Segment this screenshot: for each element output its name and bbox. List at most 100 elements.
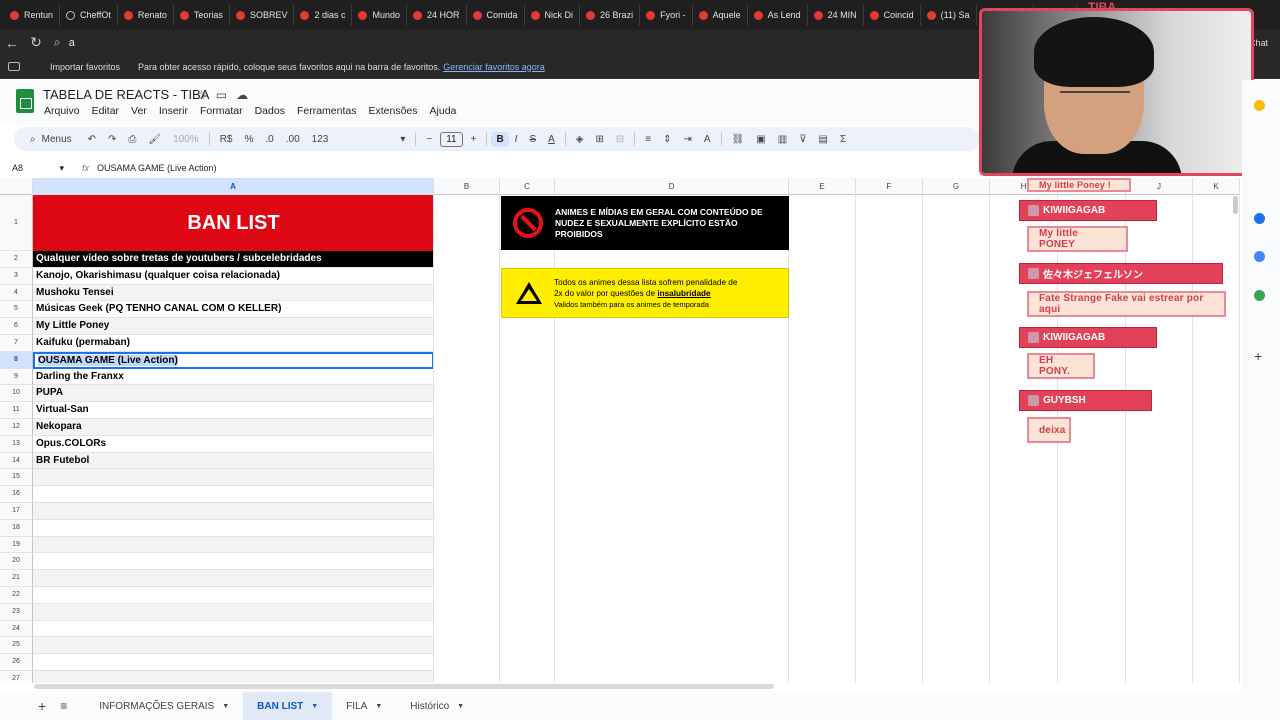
document-title[interactable]: TABELA DE REACTS - TIBA [43,87,209,102]
menu-item[interactable]: Dados [255,105,285,117]
empty-cell[interactable] [33,670,434,683]
redo-icon[interactable]: ↷ [102,134,122,145]
percent-format-button[interactable]: % [238,134,259,145]
back-arrow-icon[interactable]: ← [0,35,24,51]
strikethrough-button[interactable]: S [523,134,542,145]
import-bookmarks-button[interactable]: Importar favoritos [50,62,120,72]
browser-tab[interactable]: (11) Sa [921,4,977,26]
number-format-button[interactable]: 123 [306,134,335,145]
insert-comment-icon[interactable]: ▣ [750,134,771,145]
browser-tab[interactable]: Nick Di [525,4,581,26]
ban-list-item[interactable]: Mushoku Tensei [33,284,434,302]
decrease-decimal-button[interactable]: .0 [259,134,279,145]
menu-item[interactable]: Extensões [368,105,417,117]
contacts-icon[interactable] [1254,251,1265,262]
row-header[interactable]: 22 [0,586,33,604]
browser-tab[interactable]: 2 dias c [294,4,353,26]
empty-cell[interactable] [33,637,434,655]
column-header-j[interactable]: J [1126,178,1193,195]
browser-tab[interactable]: Mundo [352,4,408,26]
font-dropdown-icon[interactable]: ▾ [394,134,411,145]
column-header-d[interactable]: D [555,178,789,195]
ban-list-item[interactable]: My Little Poney [33,318,434,335]
ban-list-item[interactable]: PUPA [33,385,434,403]
tasks-icon[interactable] [1254,213,1265,224]
browser-tab[interactable]: SOBREV [230,4,295,26]
filter-views-icon[interactable]: ▤ [813,134,834,145]
row-header[interactable]: 23 [0,603,33,621]
row-header[interactable]: 26 [0,654,33,671]
empty-cell[interactable] [33,553,434,571]
chevron-down-icon[interactable]: ▾ [59,163,64,174]
browser-tab[interactable]: Renato [118,4,174,26]
empty-cell[interactable] [33,520,434,537]
selected-cell[interactable]: OUSAMA GAME (Live Action) [33,351,434,369]
empty-cell[interactable] [33,469,434,487]
undo-icon[interactable]: ↶ [82,134,102,145]
merge-cells-icon[interactable]: ⊟ [610,134,630,145]
insert-link-icon[interactable]: ⛓ [726,134,751,145]
row-header[interactable]: 3 [0,267,33,285]
chevron-down-icon[interactable]: ▼ [375,703,382,710]
reload-icon[interactable]: ↻ [24,34,48,51]
row-header[interactable]: 15 [0,469,33,487]
text-rotation-icon[interactable]: A [698,134,717,145]
row-header[interactable]: 12 [0,418,33,436]
fill-color-icon[interactable]: ◈ [570,134,590,145]
star-icon[interactable]: ☆ [196,88,207,102]
row-header[interactable]: 24 [0,620,33,638]
empty-cell[interactable] [33,654,434,671]
insert-chart-icon[interactable]: ▥ [772,134,793,145]
row-header[interactable]: 18 [0,519,33,537]
browser-tab[interactable]: Rentun [4,4,61,26]
browser-tab[interactable]: 24 HOR [407,4,467,26]
row-header[interactable]: 2 [0,251,33,268]
menu-item[interactable]: Arquivo [44,105,80,117]
ban-list-item[interactable]: Virtual-San [33,402,434,419]
print-icon[interactable]: ⎙ [122,134,142,145]
nudity-warning-box[interactable]: ANIMES E MÍDIAS EM GERAL COM CONTEÚDO DE… [501,196,789,250]
browser-tab[interactable]: Aquele [693,4,748,26]
browser-tab[interactable]: Comida [467,4,525,26]
chevron-down-icon[interactable]: ▼ [457,703,464,710]
empty-cell[interactable] [33,587,434,604]
empty-cell[interactable] [33,502,434,520]
browser-tab[interactable]: Coincid [864,4,921,26]
row-header[interactable]: 1 [0,195,33,251]
ban-list-item[interactable]: Darling the Franxx [33,369,434,386]
formula-input[interactable]: OUSAMA GAME (Live Action) [97,163,217,173]
empty-cell[interactable] [33,603,434,621]
paint-format-icon[interactable]: 🖌 [142,134,167,145]
menu-item[interactable]: Inserir [159,105,188,117]
column-header-a[interactable]: A [33,178,434,195]
row-header[interactable]: 16 [0,486,33,503]
ban-list-item[interactable]: Opus.COLORs [33,436,434,453]
functions-button[interactable]: Σ [834,134,852,145]
name-box[interactable]: A8 ▾ [0,163,70,174]
ban-list-item[interactable]: Kaifuku (permaban) [33,335,434,352]
vertical-scrollbar[interactable] [1233,196,1238,214]
sheet-tab[interactable]: Histórico ▼ [396,692,478,720]
select-all-corner[interactable] [0,178,33,195]
browser-tab[interactable]: Teorias [174,4,230,26]
browser-tab[interactable]: 24 MIN [808,4,864,26]
add-sheet-button[interactable]: + [38,698,46,714]
row-header[interactable]: 5 [0,301,33,319]
row-header[interactable]: 27 [0,670,33,683]
row-header[interactable]: 14 [0,452,33,470]
row-header[interactable]: 20 [0,553,33,571]
empty-cell[interactable] [33,570,434,587]
sheet-tab[interactable]: BAN LIST ▼ [243,692,333,720]
row-header[interactable]: 8 [0,351,33,369]
penalty-warning-box[interactable]: Todos os animes dessa lista sofrem penal… [501,268,789,318]
font-size-decrease-button[interactable]: − [420,134,438,145]
zoom-select[interactable]: 100% [167,134,205,145]
keep-icon[interactable] [1254,100,1265,111]
sheet-tab[interactable]: INFORMAÇÕES GERAIS ▼ [85,692,243,720]
column-header-g[interactable]: G [923,178,990,195]
ban-list-item[interactable]: Nekopara [33,418,434,436]
menu-item[interactable]: Ferramentas [297,105,357,117]
increase-decimal-button[interactable]: .00 [280,134,306,145]
row-header[interactable]: 10 [0,385,33,403]
row-header[interactable]: 13 [0,435,33,453]
